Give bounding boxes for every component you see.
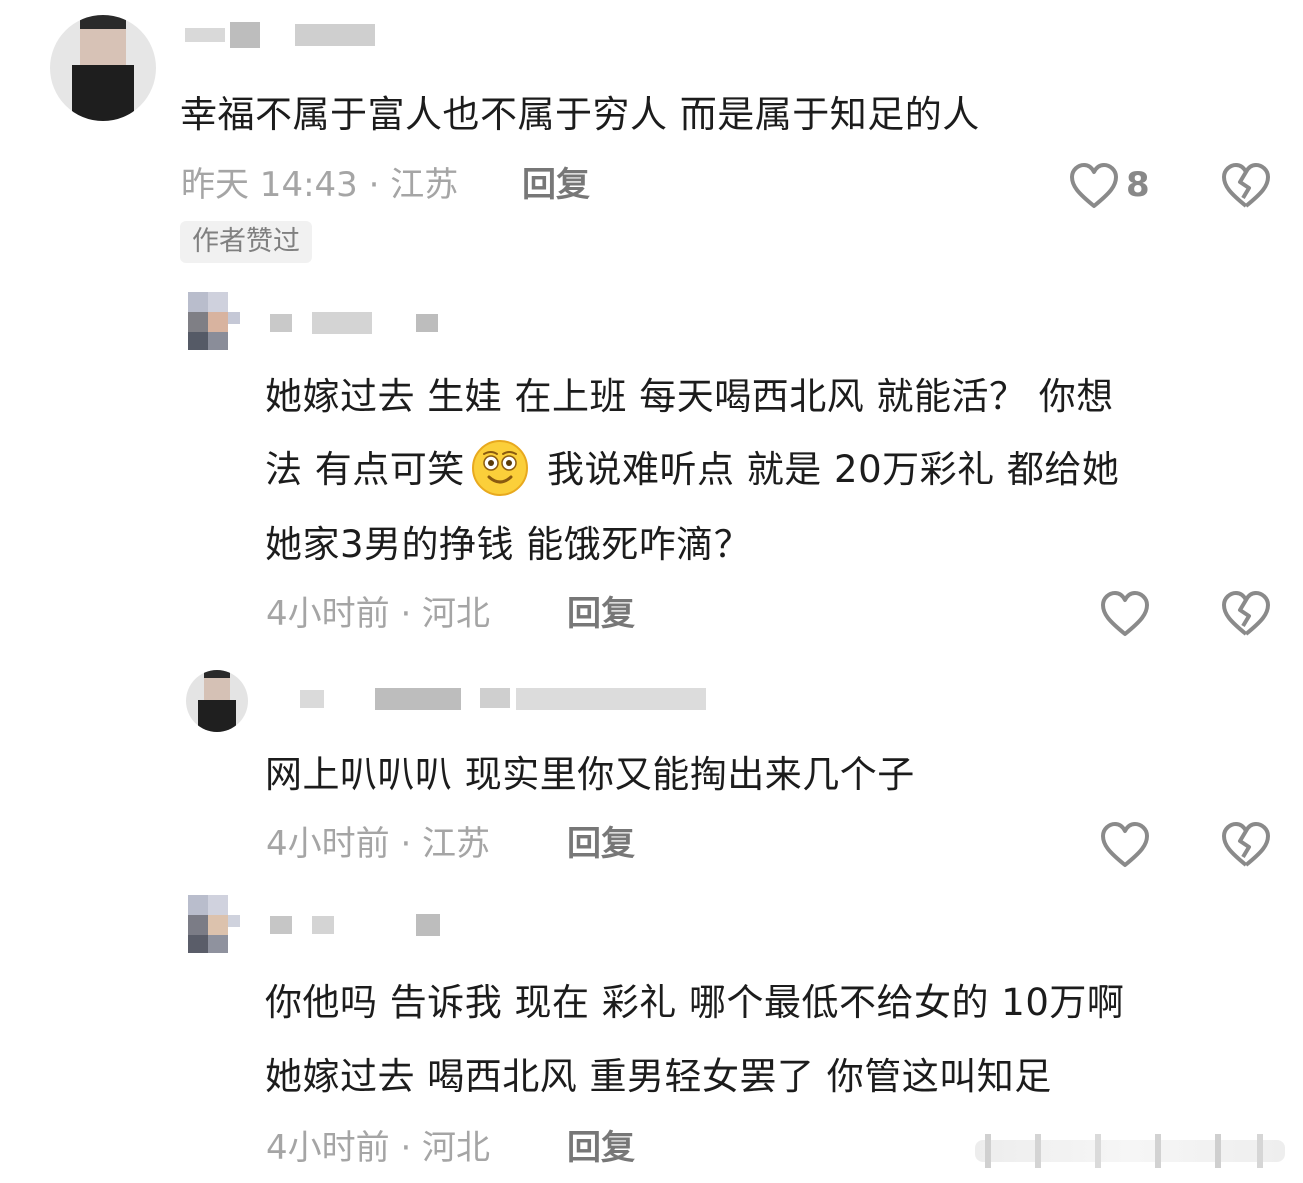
broken-heart-icon[interactable] — [1220, 162, 1272, 210]
comment-text-line: 你他吗 告诉我 现在 彩礼 哪个最低不给女的 10万啊 — [265, 981, 1125, 1024]
reply-button[interactable]: 回复 — [522, 163, 590, 207]
smile-emoji-icon — [471, 439, 528, 496]
comment-text-segment: 我说难听点 就是 20万彩礼 都给她 — [534, 448, 1120, 491]
comment-meta: 4小时前 · 江苏 — [266, 824, 491, 864]
comment-text-line: 法 有点可笑 我说难听点 就是 20万彩礼 都给她 — [265, 433, 1119, 507]
reply-button[interactable]: 回复 — [567, 592, 635, 636]
username[interactable] — [270, 914, 470, 936]
username[interactable] — [270, 312, 470, 334]
avatar[interactable] — [188, 292, 250, 354]
username[interactable] — [185, 22, 385, 48]
avatar[interactable] — [188, 895, 250, 957]
comment-meta: 昨天 14:43 · 江苏 — [181, 165, 459, 205]
comment-text-line: 她嫁过去 生娃 在上班 每天喝西北风 就能活？ 你想 — [265, 375, 1114, 418]
comment-text-line: 她家3男的挣钱 能饿死咋滴？ — [265, 523, 752, 566]
broken-heart-icon[interactable] — [1220, 821, 1272, 869]
heart-outline-icon[interactable] — [1068, 162, 1120, 210]
heart-outline-icon[interactable] — [1099, 590, 1151, 638]
broken-heart-icon[interactable] — [1220, 590, 1272, 638]
comment-meta: 4小时前 · 河北 — [266, 594, 491, 634]
comment-text: 网上叭叭叭 现实里你又能掏出来几个子 — [265, 753, 915, 796]
comment-text-line: 她嫁过去 喝西北风 重男轻女罢了 你管这叫知足 — [265, 1055, 1052, 1098]
comment-meta: 4小时前 · 河北 — [266, 1128, 491, 1168]
comment-text: 幸福不属于富人也不属于穷人 而是属于知足的人 — [180, 93, 980, 136]
username[interactable] — [270, 688, 710, 710]
comment-text-segment: 法 有点可笑 — [265, 448, 465, 491]
avatar[interactable] — [186, 670, 248, 732]
watermark — [975, 1130, 1295, 1170]
like-count: 8 — [1126, 165, 1150, 205]
reply-button[interactable]: 回复 — [567, 822, 635, 866]
avatar[interactable] — [50, 15, 156, 121]
reply-button[interactable]: 回复 — [567, 1126, 635, 1170]
heart-outline-icon[interactable] — [1099, 821, 1151, 869]
author-liked-badge: 作者赞过 — [180, 221, 312, 263]
